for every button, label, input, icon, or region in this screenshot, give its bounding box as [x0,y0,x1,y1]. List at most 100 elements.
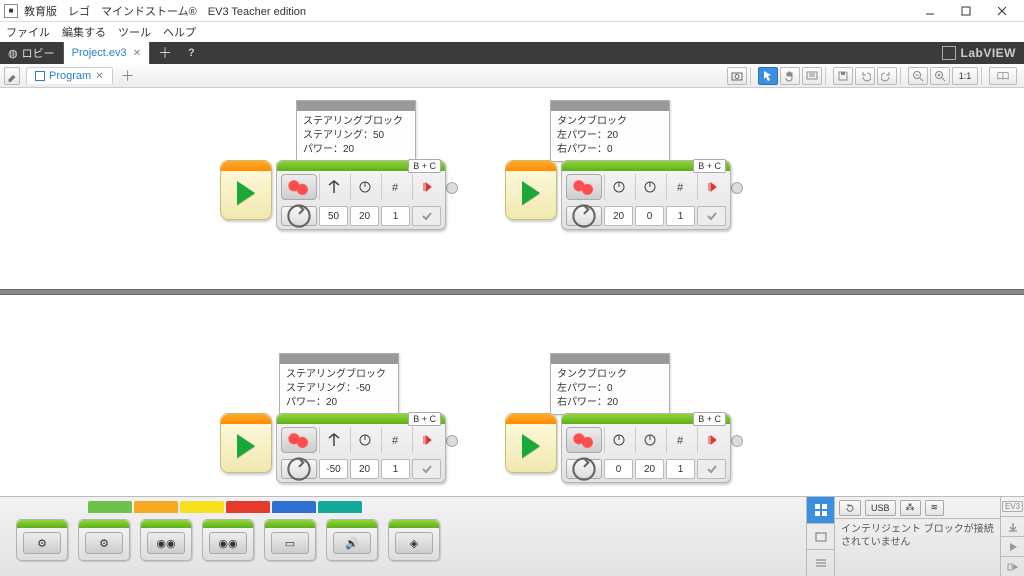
palette-tab-myblocks[interactable] [318,501,362,513]
pointer-tool[interactable] [758,67,778,85]
move-steering-block[interactable]: B + C # 50 20 1 [276,160,446,230]
comment-handle[interactable] [297,101,415,111]
download-run-button[interactable] [1001,537,1024,557]
download-button[interactable] [1001,517,1024,537]
palette-sound[interactable]: 🔊 [326,519,378,561]
maximize-button[interactable] [948,1,984,21]
rotations-value[interactable]: 1 [381,206,410,226]
port-selector[interactable]: B + C [693,412,726,426]
screenshot-button[interactable] [727,67,747,85]
left-power-value[interactable]: 0 [604,459,633,479]
sequence-plug[interactable] [446,413,462,463]
save-button[interactable] [833,67,853,85]
port-selector[interactable]: B + C [408,159,441,173]
palette-move-tank[interactable]: ◉◉ [202,519,254,561]
menu-tools[interactable]: ツール [118,24,151,40]
palette-tab-action[interactable] [88,501,132,513]
mode-selector[interactable] [281,206,317,226]
comment-tool[interactable] [802,67,822,85]
comment-tank-1[interactable]: タンクブロック 左パワー：20 右パワー：0 [550,100,670,162]
comment-steering-2[interactable]: ステアリングブロック ステアリング：-50 パワー：20 [279,353,399,415]
right-power-value[interactable]: 20 [635,459,664,479]
mode-selector[interactable] [566,206,602,226]
tab-program[interactable]: Program ✕ [26,67,113,84]
start-block[interactable] [220,160,272,220]
program-canvas[interactable]: ステアリングブロック ステアリング：50 パワー：20 タンクブロック 左パワー… [0,88,1024,496]
bluetooth-button[interactable]: ⁂ [900,500,921,516]
menu-file[interactable]: ファイル [6,24,50,40]
close-icon[interactable]: ✕ [133,48,141,59]
canvas-top[interactable]: ステアリングブロック ステアリング：50 パワー：20 タンクブロック 左パワー… [0,88,1024,289]
power-value[interactable]: 20 [350,206,379,226]
right-power-value[interactable]: 0 [635,206,664,226]
comment-tank-2[interactable]: タンクブロック 左パワー：0 右パワー：20 [550,353,670,415]
move-steering-block[interactable]: B + C # -50 20 1 [276,413,446,483]
port-view-tab[interactable] [807,524,834,551]
redo-button[interactable] [877,67,897,85]
palette-display[interactable]: ▭ [264,519,316,561]
usb-button[interactable]: USB [865,500,896,516]
sequence-plug[interactable] [731,160,747,210]
comment-steering-1[interactable]: ステアリングブロック ステアリング：50 パワー：20 [296,100,416,162]
brick-info-tab[interactable] [807,497,834,524]
brake-value[interactable] [412,459,441,479]
move-tank-block[interactable]: B + C # 0 20 1 [561,413,731,483]
undo-button[interactable] [855,67,875,85]
rotations-value[interactable]: 1 [666,206,695,226]
canvas-bottom[interactable]: ステアリングブロック ステアリング：-50 パワー：20 タンクブロック 左パワ… [0,295,1024,496]
zoom-out-button[interactable] [908,67,928,85]
menu-edit[interactable]: 編集する [62,24,106,40]
move-tank-block[interactable]: B + C # 20 0 1 [561,160,731,230]
comment-handle[interactable] [551,354,669,364]
steering-value[interactable]: 50 [319,206,348,226]
palette-tab-sensor[interactable] [180,501,224,513]
palette-brick-status-light[interactable]: ◈ [388,519,440,561]
brake-value[interactable] [697,459,726,479]
start-block[interactable] [220,413,272,473]
sequence-plug[interactable] [731,413,747,463]
minimize-button[interactable] [912,1,948,21]
tab-lobby[interactable]: ◍ ロビー [0,42,64,64]
brake-value[interactable] [412,206,441,226]
tab-project[interactable]: Project.ev3 ✕ [64,42,150,64]
palette-large-motor[interactable]: ⚙ [78,519,130,561]
project-properties-button[interactable] [4,67,20,85]
start-block[interactable] [505,160,557,220]
run-selected-button[interactable] [1001,557,1024,576]
start-block[interactable] [505,413,557,473]
palette-tab-advanced[interactable] [272,501,316,513]
brake-value[interactable] [697,206,726,226]
rotations-value[interactable]: 1 [666,459,695,479]
refresh-button[interactable] [839,500,861,516]
wifi-button[interactable]: ≋ [925,500,945,516]
new-tab-button[interactable]: ＋ [150,42,180,64]
new-program-button[interactable]: ＋ [121,66,135,86]
sequence-plug[interactable] [446,160,462,210]
zoom-in-button[interactable] [930,67,950,85]
content-editor-button[interactable] [989,67,1017,85]
palette-medium-motor[interactable]: ⚙ [16,519,68,561]
pan-tool[interactable] [780,67,800,85]
port-selector[interactable]: B + C [408,412,441,426]
left-power-value[interactable]: 20 [604,206,633,226]
rotations-icon: # [381,427,410,453]
available-bricks-tab[interactable] [807,550,834,576]
comment-handle[interactable] [551,101,669,111]
comment-handle[interactable] [280,354,398,364]
left-power-icon [604,427,633,453]
help-button[interactable]: ? [180,42,203,64]
rotations-value[interactable]: 1 [381,459,410,479]
steering-value[interactable]: -50 [319,459,348,479]
close-button[interactable] [984,1,1020,21]
palette-tab-flow[interactable] [134,501,178,513]
mode-selector[interactable] [281,459,317,479]
menu-help[interactable]: ヘルプ [163,24,196,40]
palette-tab-data[interactable] [226,501,270,513]
power-value[interactable]: 20 [350,459,379,479]
palette-move-steering[interactable]: ◉◉ [140,519,192,561]
zoom-reset-button[interactable]: 1:1 [952,67,978,85]
port-selector[interactable]: B + C [693,159,726,173]
mode-selector[interactable] [566,459,602,479]
close-icon[interactable]: ✕ [95,71,103,82]
medium-motor-icon: ⚙ [23,532,61,554]
